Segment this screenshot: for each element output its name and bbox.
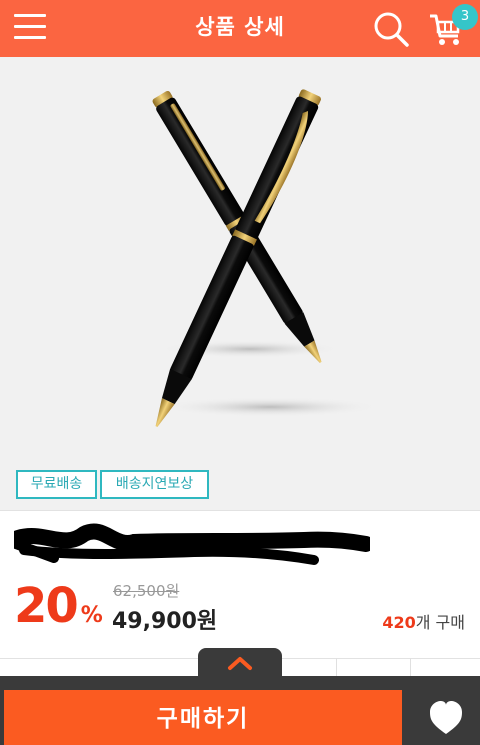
expand-sheet-button[interactable]	[198, 648, 282, 678]
heart-icon	[430, 701, 462, 734]
purchase-count: 420개 구매	[382, 613, 465, 632]
product-image[interactable]	[0, 57, 480, 510]
buy-button[interactable]: 구매하기	[4, 690, 402, 745]
wishlist-button[interactable]	[412, 690, 480, 745]
chevron-up-icon	[228, 657, 252, 670]
search-icon[interactable]	[372, 10, 410, 48]
redaction-scribble	[14, 523, 370, 565]
tag-free-shipping: 무료배송	[16, 470, 97, 499]
cart-count-badge: 3	[452, 4, 478, 30]
sale-price: 49,900원	[112, 609, 218, 634]
app-header: 상품 상세	[0, 0, 480, 57]
original-price: 62,500원	[113, 582, 180, 600]
discount-rate: 20%	[14, 578, 103, 634]
tag-delay-compensation: 배송지연보상	[100, 470, 209, 499]
